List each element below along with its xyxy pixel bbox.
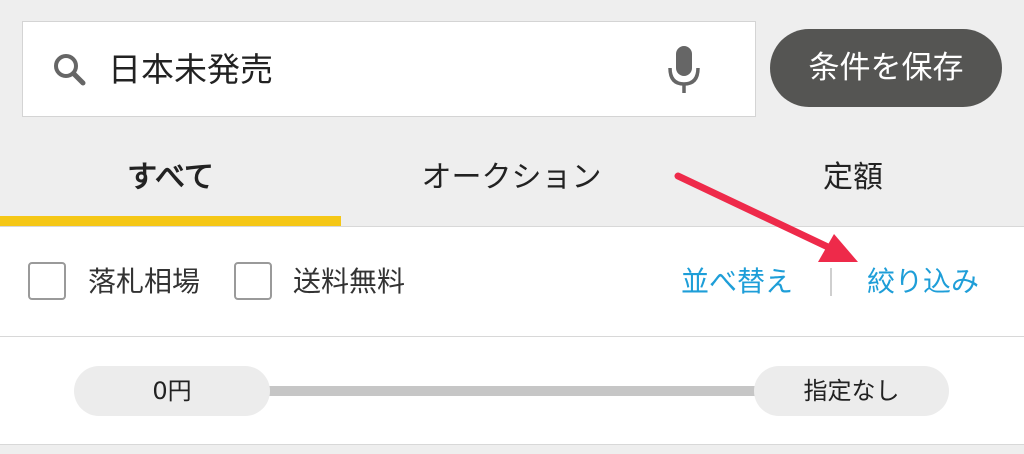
active-tab-indicator	[0, 216, 341, 226]
tab-auction[interactable]: オークション	[341, 150, 682, 206]
save-conditions-button[interactable]: 条件を保存	[770, 29, 1002, 107]
price-min-handle[interactable]: 0円	[74, 366, 270, 416]
link-separator	[830, 268, 832, 296]
sold-price-label[interactable]: 落札相場	[88, 262, 200, 302]
price-range-track[interactable]	[250, 386, 780, 396]
sold-price-checkbox[interactable]	[28, 262, 66, 300]
tab-all[interactable]: すべて	[0, 150, 341, 206]
tab-fixed-price[interactable]: 定額	[682, 150, 1024, 206]
search-icon	[54, 54, 86, 86]
price-max-handle[interactable]: 指定なし	[754, 366, 949, 416]
free-shipping-label[interactable]: 送料無料	[293, 262, 405, 302]
sort-link[interactable]: 並べ替え	[681, 262, 793, 302]
refine-link[interactable]: 絞り込み	[867, 262, 979, 302]
search-query-text: 日本未発売	[108, 50, 273, 89]
divider	[0, 336, 1024, 337]
mic-icon[interactable]	[664, 44, 704, 96]
divider	[0, 226, 1024, 227]
search-header: 日本未発売 条件を保存 すべて オークション 定額	[0, 0, 1024, 226]
divider	[0, 444, 1024, 454]
search-results-header: 日本未発売 条件を保存 すべて オークション 定額 落札相場 送料無料 並べ替え…	[0, 0, 1024, 454]
free-shipping-checkbox[interactable]	[234, 262, 272, 300]
